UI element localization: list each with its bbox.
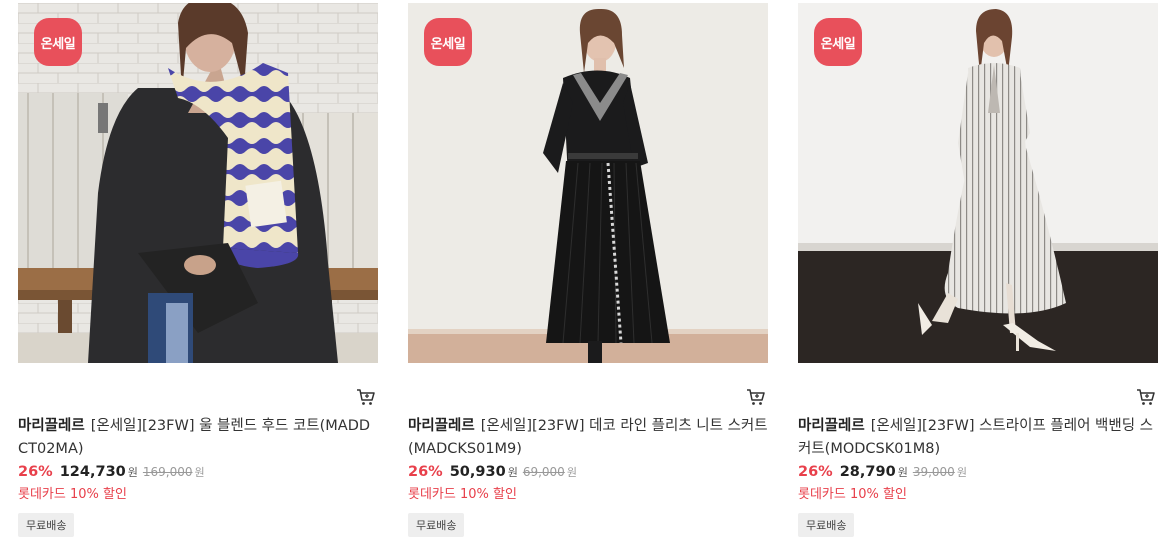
sale-price: 124,730 bbox=[59, 464, 126, 480]
product-image[interactable]: 온세일 bbox=[18, 3, 378, 363]
on-sale-badge: 온세일 bbox=[34, 18, 82, 66]
price-line: 26% 28,790 원 39,000 원 bbox=[798, 464, 967, 484]
sale-price: 50,930 bbox=[449, 464, 506, 480]
original-currency-unit: 원 bbox=[956, 466, 967, 479]
card-discount-promo: 롯데카드 10% 할인 bbox=[18, 487, 127, 502]
on-sale-badge: 온세일 bbox=[424, 18, 472, 66]
brand-name: 마리끌레르 bbox=[18, 418, 85, 434]
brand-name: 마리끌레르 bbox=[408, 418, 475, 434]
currency-unit: 원 bbox=[507, 466, 518, 479]
card-discount-promo: 롯데카드 10% 할인 bbox=[408, 487, 517, 502]
price-line: 26% 124,730 원 169,000 원 bbox=[18, 464, 205, 484]
product-card[interactable]: 온세일 마리끌레르 [온세일][23FW] 울 블렌드 후드 코트(MADDCT0… bbox=[18, 3, 378, 548]
product-card[interactable]: 온세일 마리끌레르 [온세일][23FW] 스트라이프 플레어 백밴딩 스커트(M… bbox=[798, 3, 1158, 548]
discount-rate: 26% bbox=[408, 464, 443, 480]
card-discount-promo: 롯데카드 10% 할인 bbox=[798, 487, 907, 502]
original-currency-unit: 원 bbox=[566, 466, 577, 479]
free-shipping-tag: 무료배송 bbox=[798, 513, 855, 537]
on-sale-badge: 온세일 bbox=[814, 18, 862, 66]
shopping-cart-icon[interactable] bbox=[356, 388, 376, 406]
shopping-cart-icon[interactable] bbox=[1136, 388, 1156, 406]
product-grid: 온세일 마리끌레르 [온세일][23FW] 울 블렌드 후드 코트(MADDCT0… bbox=[0, 0, 1174, 551]
brand-name: 마리끌레르 bbox=[798, 418, 865, 434]
shopping-cart-icon[interactable] bbox=[746, 388, 766, 406]
discount-rate: 26% bbox=[18, 464, 53, 480]
sale-price: 28,790 bbox=[839, 464, 896, 480]
product-card[interactable]: 온세일 마리끌레르 [온세일][23FW] 데코 라인 플리츠 니트 스커트(MA… bbox=[408, 3, 768, 548]
original-price: 39,000 bbox=[912, 465, 955, 479]
free-shipping-tag: 무료배송 bbox=[408, 513, 465, 537]
product-image[interactable]: 온세일 bbox=[798, 3, 1158, 363]
product-title[interactable]: 마리끌레르 [온세일][23FW] 데코 라인 플리츠 니트 스커트(MADCKS… bbox=[408, 415, 768, 461]
original-price: 69,000 bbox=[522, 465, 565, 479]
currency-unit: 원 bbox=[127, 466, 138, 479]
currency-unit: 원 bbox=[897, 466, 908, 479]
product-title[interactable]: 마리끌레르 [온세일][23FW] 스트라이프 플레어 백밴딩 스커트(MODCS… bbox=[798, 415, 1158, 461]
price-line: 26% 50,930 원 69,000 원 bbox=[408, 464, 577, 484]
free-shipping-tag: 무료배송 bbox=[18, 513, 75, 537]
product-image[interactable]: 온세일 bbox=[408, 3, 768, 363]
original-price: 169,000 bbox=[142, 465, 193, 479]
original-currency-unit: 원 bbox=[194, 466, 205, 479]
discount-rate: 26% bbox=[798, 464, 833, 480]
product-title[interactable]: 마리끌레르 [온세일][23FW] 울 블렌드 후드 코트(MADDCT02MA) bbox=[18, 415, 378, 461]
